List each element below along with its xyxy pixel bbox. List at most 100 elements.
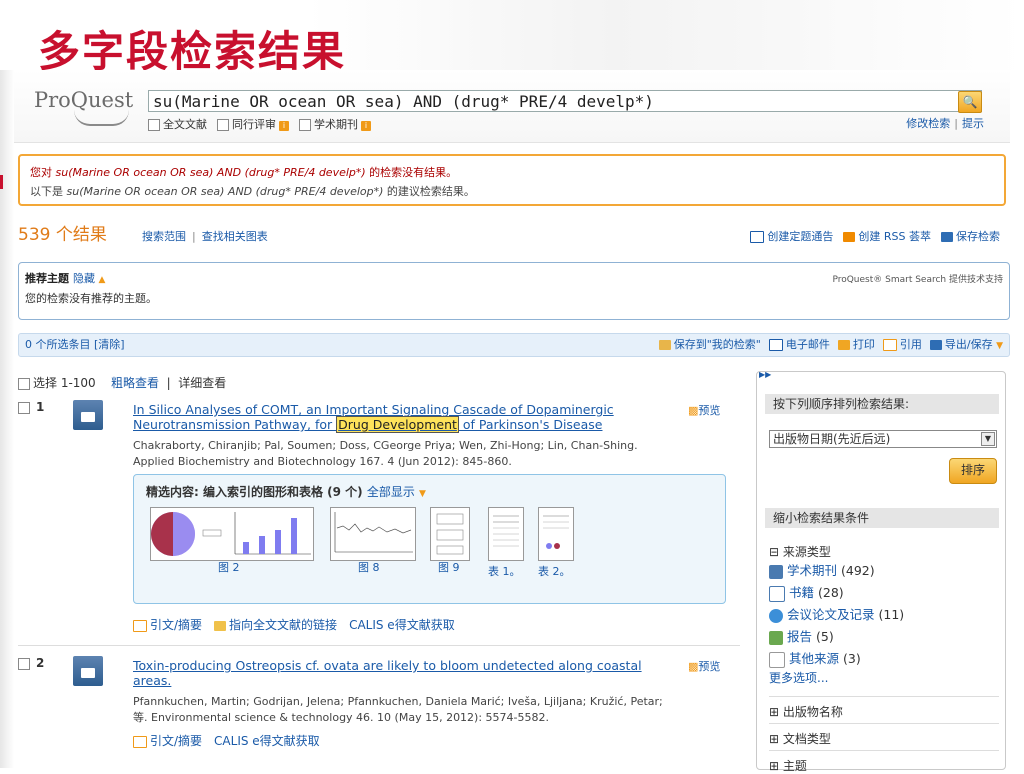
- table-thumb-1[interactable]: [488, 507, 524, 561]
- figure-caption[interactable]: 表 1。: [488, 563, 521, 579]
- calis-link[interactable]: CALIS e得文献获取: [349, 616, 455, 633]
- facet-conference[interactable]: 会议论文及记录 (11): [769, 604, 904, 623]
- source-type-toggle[interactable]: ⊟ 来源类型: [769, 543, 831, 560]
- journal-icon: [769, 564, 783, 579]
- proquest-logo[interactable]: ProQuest: [34, 88, 133, 112]
- link-icon: [214, 620, 227, 631]
- print-action[interactable]: 打印: [837, 334, 875, 357]
- create-alert-link[interactable]: 创建定题通告: [750, 228, 833, 244]
- divider: [18, 645, 740, 646]
- search-button[interactable]: 🔍: [958, 91, 982, 113]
- export-action[interactable]: 导出/保存 ▼: [929, 334, 1003, 357]
- result-title-link[interactable]: In Silico Analyses of COMT, an Important…: [133, 402, 673, 433]
- result-authors: Pfannkuchen, Martin; Godrijan, Jelena; P…: [133, 695, 663, 708]
- document-icon: [133, 619, 147, 632]
- search-scope-link[interactable]: 搜索范围: [142, 230, 186, 243]
- collapse-icon: ⊟: [769, 545, 780, 559]
- logo-swoosh: [74, 110, 129, 126]
- preview-link[interactable]: ▩预览: [688, 658, 720, 674]
- list-header: 选择 1-100 粗略查看 | 详细查看: [18, 374, 226, 391]
- tips-link[interactable]: 提示: [962, 117, 984, 130]
- disk-icon: [941, 232, 953, 242]
- scope-links: 搜索范围 | 查找相关图表: [142, 230, 268, 243]
- table-thumb-2[interactable]: [538, 507, 574, 561]
- checkbox[interactable]: [217, 119, 229, 131]
- figure-caption[interactable]: 图 9: [438, 559, 460, 575]
- cite-icon: [882, 339, 897, 351]
- collapse-sidebar-icon[interactable]: ▶▶: [759, 370, 771, 379]
- folder-icon: [658, 340, 671, 350]
- info-icon[interactable]: i: [361, 121, 371, 131]
- save-to-my-research[interactable]: 保存到"我的检索": [658, 334, 761, 357]
- option-scholarly[interactable]: 学术期刊 i: [299, 116, 371, 132]
- info-icon[interactable]: i: [279, 121, 289, 131]
- option-fulltext[interactable]: 全文文献: [148, 116, 207, 132]
- figure-caption[interactable]: 图 8: [358, 559, 380, 575]
- hide-topics-link[interactable]: 隐藏 ▲: [73, 272, 105, 285]
- figure-thumb-plot[interactable]: [330, 507, 416, 561]
- search-header: ProQuest su(Marine OR ocean OR sea) AND …: [14, 70, 1010, 143]
- preview-link[interactable]: ▩预览: [688, 402, 720, 418]
- brief-view-link[interactable]: 粗略查看: [111, 376, 159, 390]
- selected-items[interactable]: 0 个所选条目 [清除]: [25, 338, 125, 351]
- caret-down-icon: ▼: [996, 341, 1003, 351]
- facet-reports[interactable]: 报告 (5): [769, 626, 834, 645]
- abstract-link[interactable]: 引文/摘要: [133, 616, 202, 633]
- result-title-link[interactable]: Toxin-producing Ostreopsis cf. ovata are…: [133, 658, 673, 688]
- selection-bar: 0 个所选条目 [清除] 保存到"我的检索" 电子邮件 打印 引用 导出/保存 …: [18, 333, 1010, 357]
- result-source: 等. Environmental science & technology 46…: [133, 711, 550, 724]
- rss-icon: [843, 232, 856, 242]
- checkbox[interactable]: [299, 119, 311, 131]
- create-rss-link[interactable]: 创建 RSS 荟萃: [843, 228, 931, 244]
- document-icon: [133, 735, 147, 748]
- sort-header: 按下列顺序排列检索结果:: [765, 394, 999, 414]
- abstract-link[interactable]: 引文/摘要: [133, 732, 202, 749]
- envelope-icon: [750, 231, 765, 243]
- search-input[interactable]: su(Marine OR ocean OR sea) AND (drug* PR…: [148, 90, 982, 112]
- facet-books[interactable]: 书籍 (28): [769, 582, 844, 602]
- scholarly-journal-icon: [73, 400, 103, 430]
- save-search-link[interactable]: 保存检索: [941, 228, 1000, 244]
- facet-document-type[interactable]: ⊞ 文档类型: [769, 723, 999, 747]
- detail-view-link[interactable]: 详细查看: [178, 376, 226, 390]
- results-count: 539 个结果: [18, 225, 107, 245]
- figure-thumb-pie[interactable]: [150, 507, 314, 561]
- modify-search-link[interactable]: 修改检索: [906, 117, 950, 130]
- search-icon: 🔍: [962, 95, 978, 109]
- recommended-topics: 推荐主题 隐藏 ▲ 您的检索没有推荐的主题。 ProQuest® Smart Se…: [18, 262, 1010, 320]
- figure-thumb-diagram[interactable]: [430, 507, 470, 561]
- book-icon: [769, 585, 785, 602]
- printer-icon: [837, 340, 850, 350]
- disk-icon: [929, 340, 942, 350]
- result-item: 1 In Silico Analyses of COMT, an Importa…: [18, 400, 738, 640]
- cite-action[interactable]: 引用: [882, 334, 922, 357]
- facet-publication-title[interactable]: ⊞ 出版物名称: [769, 696, 999, 720]
- facet-subject[interactable]: ⊞ 主题: [769, 750, 999, 774]
- caret-up-icon: ▲: [98, 275, 106, 285]
- result-source: Applied Biochemistry and Biotechnology 1…: [133, 455, 512, 468]
- conference-icon: [769, 608, 783, 623]
- checkbox[interactable]: [148, 119, 160, 131]
- page-icon: [769, 651, 785, 668]
- top-actions: 创建定题通告 创建 RSS 荟萃 保存检索: [750, 228, 1000, 244]
- calis-link[interactable]: CALIS e得文献获取: [214, 732, 320, 749]
- fulltext-link[interactable]: 指向全文文献的链接: [214, 616, 337, 633]
- facet-other[interactable]: 其他来源 (3): [769, 648, 861, 668]
- sort-button[interactable]: 排序: [949, 458, 997, 484]
- search-options: 全文文献 同行评审 i 学术期刊 i: [148, 116, 371, 132]
- refine-sidebar: ▶▶ 按下列顺序排列检索结果: 出版物日期(先近后远) ▼ 排序 缩小检索结果条件…: [756, 370, 1006, 773]
- more-options-link[interactable]: 更多选项...: [769, 669, 828, 686]
- facet-scholarly[interactable]: 学术期刊 (492): [769, 560, 875, 579]
- result-links: 引文/摘要 CALIS e得文献获取: [133, 732, 320, 749]
- result-item: 2 Toxin-producing Ostreopsis cf. ovata a…: [18, 656, 738, 756]
- option-peer-reviewed[interactable]: 同行评审 i: [217, 116, 289, 132]
- figure-caption[interactable]: 表 2。: [538, 563, 571, 579]
- related-charts-link[interactable]: 查找相关图表: [202, 230, 268, 243]
- figure-caption[interactable]: 图 2: [218, 559, 240, 575]
- sort-select[interactable]: 出版物日期(先近后远) ▼: [769, 430, 997, 448]
- email-action[interactable]: 电子邮件: [768, 334, 830, 357]
- show-all-link[interactable]: 全部显示: [367, 485, 415, 499]
- result-checkbox[interactable]: [18, 657, 30, 670]
- select-all-checkbox[interactable]: [18, 377, 30, 390]
- result-checkbox[interactable]: [18, 401, 30, 414]
